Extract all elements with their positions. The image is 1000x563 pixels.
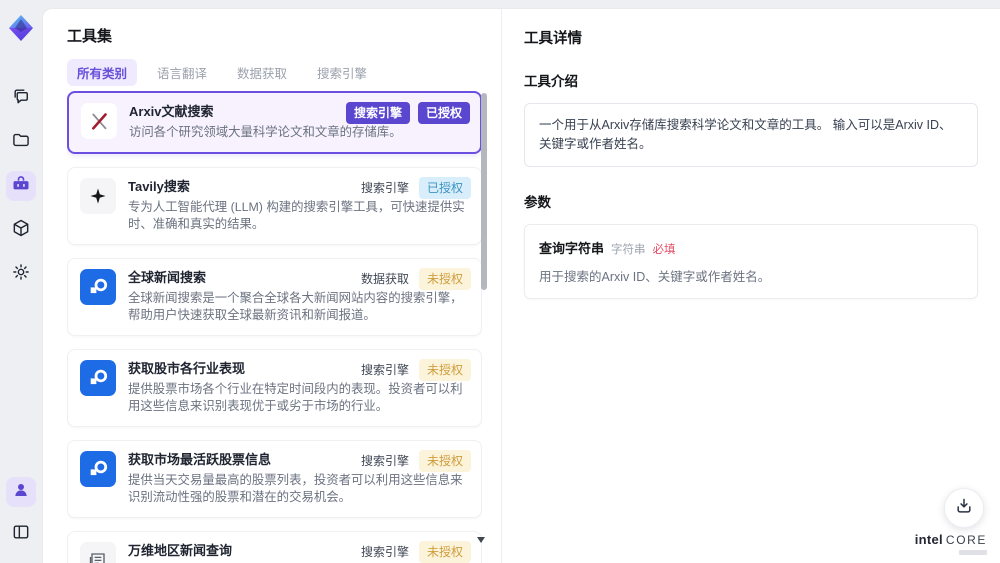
news-search-icon — [80, 451, 116, 487]
parameter-card: 查询字符串 字符串 必填 用于搜索的Arxiv ID、关键字或作者姓名。 — [524, 223, 978, 299]
status-badge: 已授权 — [418, 177, 471, 199]
badges: 搜索引擎 未授权 — [359, 359, 471, 381]
category-badge: 数据获取 — [360, 272, 409, 286]
status-badge: 未授权 — [418, 541, 471, 563]
news-search-icon — [80, 360, 116, 396]
sparkle-icon — [80, 178, 116, 214]
parameter-header: 查询字符串 字符串 必填 — [539, 238, 963, 257]
category-badge: 搜索引擎 — [360, 454, 409, 468]
intel-core-logo: intel core — [915, 532, 987, 547]
detail-title: 工具详情 — [524, 31, 582, 47]
tool-description: 提供股票市场各个行业在特定时间段内的表现。投资者可以利用这些信息来识别表现优于或… — [128, 382, 463, 413]
tab-all-categories[interactable]: 所有类别 — [67, 59, 138, 86]
status-badge: 未授权 — [418, 268, 471, 290]
panel-toggle-icon — [11, 522, 31, 547]
tool-card-tavily[interactable]: Tavily搜索 专为人工智能代理 (LLM) 构建的搜索引擎工具，可快速提供实… — [67, 167, 482, 245]
category-badge: 搜索引擎 — [345, 102, 410, 124]
news-search-icon — [80, 269, 116, 305]
tab-search-engine[interactable]: 搜索引擎 — [307, 59, 377, 86]
tool-card-regional-news[interactable]: 万维地区新闻查询 查询具体行政区划内的新闻，快速了解各地新闻动 搜索引擎 未授权 — [67, 531, 482, 563]
settings-icon — [11, 262, 31, 287]
badges: 搜索引擎 未授权 — [359, 541, 471, 563]
download-button[interactable] — [944, 488, 984, 528]
status-badge: 未授权 — [418, 359, 471, 381]
sidebar-item-tools[interactable] — [6, 171, 36, 201]
intro-heading: 工具介绍 — [524, 74, 578, 89]
sidebar-item-settings[interactable] — [6, 259, 36, 289]
download-icon — [954, 496, 974, 521]
intro-text-box: 一个用于从Arxiv存储库搜索科学论文和文章的工具。 输入可以是Arxiv ID… — [524, 103, 978, 167]
category-tabs: 所有类别 语言翻译 数据获取 搜索引擎 — [67, 59, 377, 86]
tab-translation[interactable]: 语言翻译 — [147, 59, 217, 86]
params-heading: 参数 — [524, 194, 551, 210]
app-logo-icon — [6, 13, 36, 43]
tool-detail-panel: 工具详情 工具介绍 一个用于从Arxiv存储库搜索科学论文和文章的工具。 输入可… — [501, 9, 1000, 563]
toolbox-icon — [11, 174, 31, 199]
parameter-description: 用于搜索的Arxiv ID、关键字或作者姓名。 — [539, 269, 771, 284]
tool-description: 专为人工智能代理 (LLM) 构建的搜索引擎工具，可快速提供实时、准确和真实的结… — [128, 200, 465, 231]
content-frame: 工具集 所有类别 语言翻译 数据获取 搜索引擎 Arxiv文献搜索 访问各个研究… — [42, 8, 1000, 563]
folder-icon — [11, 130, 31, 155]
list-scrollbar-thumb[interactable] — [481, 93, 487, 290]
chat-icon — [11, 86, 31, 111]
tool-card-most-active-stocks[interactable]: 获取市场最活跃股票信息 提供当天交易量最高的股票列表，投资者可以利用这些信息来识… — [67, 440, 482, 518]
category-badge: 搜索引擎 — [360, 363, 409, 377]
page-title: 工具集 — [67, 28, 113, 45]
core-wordmark: core — [945, 533, 987, 547]
arxiv-icon — [81, 103, 117, 139]
sidebar-item-account[interactable] — [6, 477, 36, 507]
tab-data-fetch[interactable]: 数据获取 — [227, 59, 297, 86]
cube-icon — [11, 218, 31, 243]
sidebar-item-packages[interactable] — [6, 215, 36, 245]
sidebar-item-chat[interactable] — [6, 83, 36, 113]
tool-card-arxiv[interactable]: Arxiv文献搜索 访问各个研究领域大量科学论文和文章的存储库。 搜索引擎 已授… — [67, 91, 482, 154]
badges: 搜索引擎 未授权 — [359, 450, 471, 472]
tool-card-sector-performance[interactable]: 获取股市各行业表现 提供股票市场各个行业在特定时间段内的表现。投资者可以利用这些… — [67, 349, 482, 427]
sidebar-item-files[interactable] — [6, 127, 36, 157]
tools-list-panel: 工具集 所有类别 语言翻译 数据获取 搜索引擎 Arxiv文献搜索 访问各个研究… — [43, 9, 501, 563]
status-badge: 已授权 — [417, 102, 470, 124]
user-icon — [12, 481, 30, 504]
left-rail — [0, 0, 42, 563]
badges: 搜索引擎 已授权 — [359, 177, 471, 199]
category-badge: 搜索引擎 — [360, 181, 409, 195]
parameter-required-flag: 必填 — [652, 243, 676, 256]
badges: 数据获取 未授权 — [359, 268, 471, 290]
sidebar-item-collapse[interactable] — [6, 519, 36, 549]
scroll-down-arrow[interactable] — [477, 537, 485, 543]
status-badge: 未授权 — [418, 450, 471, 472]
tool-description: 提供当天交易量最高的股票列表，投资者可以利用这些信息来识别流动性强的股票和潜在的… — [128, 473, 463, 504]
newspaper-icon — [80, 542, 116, 563]
app-window: 工具集 所有类别 语言翻译 数据获取 搜索引擎 Arxiv文献搜索 访问各个研究… — [0, 0, 1000, 563]
intel-logo-sub-badge — [959, 550, 987, 555]
tool-description: 全球新闻搜索是一个聚合全球各大新闻网站内容的搜索引擎，帮助用户快速获取全球最新资… — [128, 291, 463, 322]
category-badge: 搜索引擎 — [360, 545, 409, 559]
tool-list: Arxiv文献搜索 访问各个研究领域大量科学论文和文章的存储库。 搜索引擎 已授… — [67, 91, 482, 563]
badges: 搜索引擎 已授权 — [345, 102, 470, 124]
intel-wordmark: intel — [914, 532, 943, 547]
tool-card-global-news[interactable]: 全球新闻搜索 全球新闻搜索是一个聚合全球各大新闻网站内容的搜索引擎，帮助用户快速… — [67, 258, 482, 336]
parameter-type: 字符串 — [611, 243, 646, 256]
tool-description: 访问各个研究领域大量科学论文和文章的存储库。 — [129, 125, 402, 139]
parameter-name: 查询字符串 — [539, 240, 605, 256]
